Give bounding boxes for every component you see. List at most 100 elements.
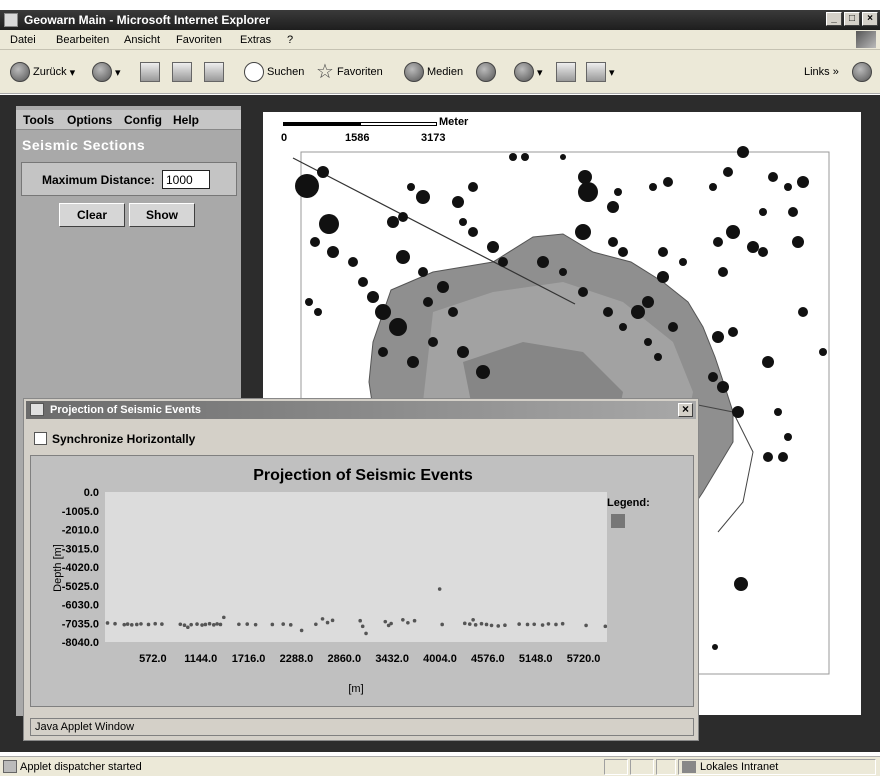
data-point	[517, 622, 521, 626]
earthquake-marker	[317, 166, 329, 178]
forward-button[interactable]: ▾	[92, 60, 121, 84]
media-button[interactable]: Medien	[404, 60, 463, 84]
earthquake-marker	[614, 188, 622, 196]
data-point	[467, 622, 472, 626]
data-point	[540, 623, 545, 627]
history-button[interactable]	[476, 60, 496, 84]
earthquake-marker	[734, 577, 748, 591]
clear-button[interactable]: Clear	[59, 203, 125, 227]
data-point	[479, 621, 484, 626]
applet-menu-help[interactable]: Help	[173, 113, 199, 127]
earthquake-marker	[407, 183, 415, 191]
data-point	[122, 622, 127, 627]
data-point	[406, 620, 410, 625]
maximize-button[interactable]: □	[844, 12, 860, 26]
data-point	[186, 625, 190, 630]
menu-extras[interactable]: Extras	[240, 34, 271, 46]
max-distance-input[interactable]	[162, 170, 210, 189]
x-tick-label: 1716.0	[232, 653, 266, 665]
home-button[interactable]	[204, 60, 224, 84]
chart-title: Projection of Seismic Events	[253, 467, 473, 484]
back-button[interactable]: Zurück ▾	[10, 60, 75, 84]
ie-icon	[4, 13, 18, 27]
data-point	[560, 621, 565, 626]
print-button[interactable]	[556, 60, 576, 84]
favorites-button[interactable]: ☆ Favoriten	[316, 60, 383, 84]
max-distance-group: Maximum Distance:	[21, 162, 237, 196]
applet-window-status: Java Applet Window	[30, 718, 694, 736]
minimize-button[interactable]: _	[826, 12, 842, 26]
show-button[interactable]: Show	[129, 203, 195, 227]
earthquake-marker	[732, 406, 744, 418]
data-point	[412, 618, 417, 623]
y-tick-label: -3015.0	[62, 543, 99, 555]
earthquake-marker	[468, 227, 478, 237]
home-icon	[204, 62, 224, 82]
close-window-button[interactable]: ×	[862, 12, 878, 26]
data-point	[603, 624, 608, 629]
menu-favorites[interactable]: Favoriten	[176, 34, 222, 46]
edit-icon	[586, 62, 606, 82]
data-point	[383, 619, 388, 624]
data-point	[358, 618, 362, 623]
earthquake-marker	[559, 268, 567, 276]
earthquake-marker	[295, 174, 319, 198]
y-tick-label: -7035.0	[62, 618, 99, 630]
applet-menu-options[interactable]: Options	[67, 113, 112, 127]
earthquake-marker	[792, 236, 804, 248]
links-button[interactable]: Links »	[804, 60, 839, 84]
dropdown-arrow-icon: ▾	[609, 66, 615, 79]
data-point	[503, 623, 507, 628]
earthquake-marker	[418, 267, 428, 277]
applet-menu-tools[interactable]: Tools	[23, 113, 54, 127]
earthquake-marker	[423, 297, 433, 307]
earthquake-marker	[521, 153, 529, 161]
status-cell	[656, 759, 676, 775]
media-label: Medien	[427, 66, 464, 78]
x-tick-label: 4004.0	[423, 653, 457, 665]
sync-horizontally-checkbox[interactable]	[34, 432, 47, 445]
earthquake-marker	[348, 257, 358, 267]
data-point	[125, 622, 130, 626]
data-point	[462, 621, 467, 626]
menu-help[interactable]: ?	[287, 34, 293, 46]
earthquake-marker	[679, 258, 687, 266]
y-tick-label: -5025.0	[62, 581, 99, 593]
dialog-title-bar[interactable]: Projection of Seismic Events ×	[26, 401, 696, 419]
status-text: Applet dispatcher started	[20, 761, 142, 773]
menu-edit[interactable]: Bearbeiten	[56, 34, 109, 46]
max-distance-label: Maximum Distance:	[42, 173, 155, 187]
applet-menu-config[interactable]: Config	[124, 113, 162, 127]
print-icon	[556, 62, 576, 82]
earthquake-marker	[578, 182, 598, 202]
earthquake-marker	[578, 170, 592, 184]
search-label: Suchen	[267, 66, 305, 78]
search-button[interactable]: Suchen	[244, 60, 304, 84]
earthquake-marker	[305, 298, 313, 306]
earthquake-marker	[797, 176, 809, 188]
stop-button[interactable]	[140, 60, 160, 84]
x-tick-label: 1144.0	[184, 653, 217, 665]
media-icon	[404, 62, 424, 82]
data-point	[489, 623, 494, 628]
earthquake-marker	[631, 305, 645, 319]
data-point	[471, 617, 475, 622]
earthquake-marker	[578, 287, 588, 297]
dialog-close-button[interactable]: ×	[678, 403, 693, 417]
mail-button[interactable]: ▾	[514, 60, 543, 84]
data-point	[211, 623, 216, 627]
earthquake-marker	[389, 318, 407, 336]
menu-file[interactable]: Datei	[10, 34, 36, 46]
applet-menu-bar: Tools Options Config Help	[16, 110, 241, 130]
edit-button[interactable]: ▾	[586, 60, 615, 84]
refresh-button[interactable]	[172, 60, 192, 84]
earthquake-marker	[784, 183, 792, 191]
data-point	[105, 621, 110, 625]
menu-view[interactable]: Ansicht	[124, 34, 160, 46]
data-point	[546, 622, 551, 626]
data-point	[281, 622, 286, 626]
messenger-button[interactable]	[852, 60, 872, 84]
data-point	[195, 622, 199, 626]
data-point	[270, 622, 275, 627]
zone-label: Lokales Intranet	[700, 761, 779, 773]
